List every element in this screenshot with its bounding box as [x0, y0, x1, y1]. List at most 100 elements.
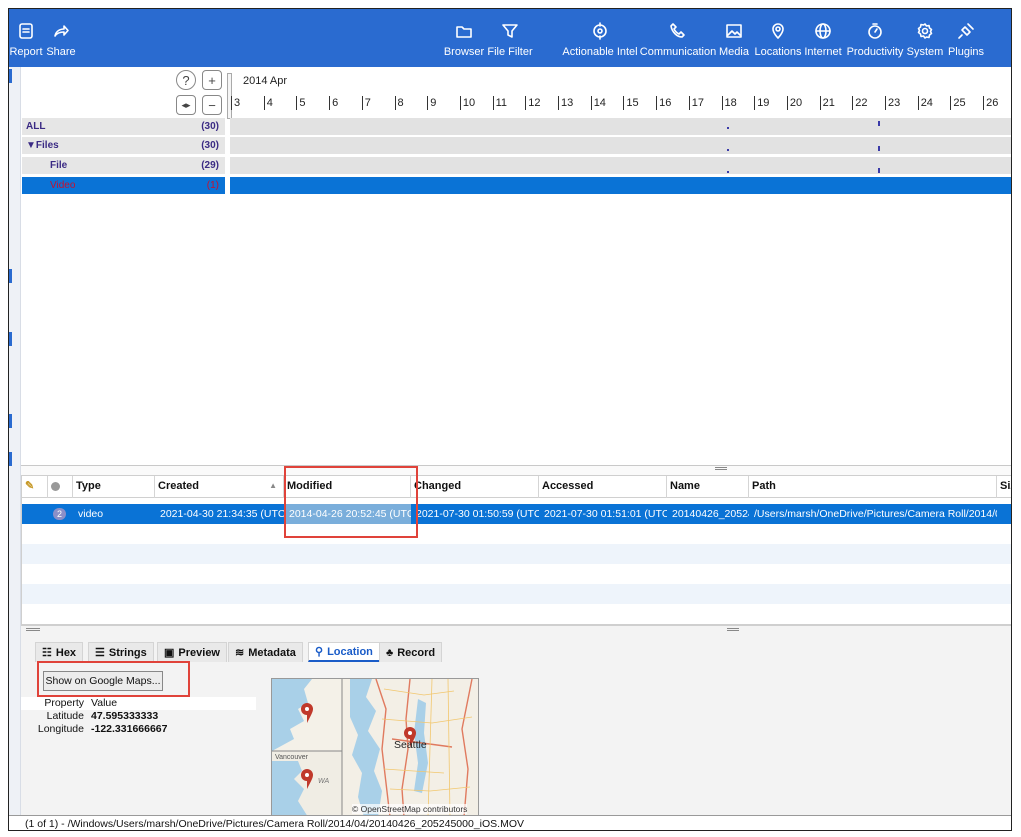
- plugins-button[interactable]: Plugins: [948, 9, 984, 67]
- timeline-day-tick: 22: [852, 96, 868, 110]
- app-window: Report Share Browser File Filter Actiona…: [8, 8, 1012, 831]
- panel-grip[interactable]: [26, 628, 40, 631]
- row-label: File: [50, 160, 68, 171]
- timeline-day-tick: 6: [329, 96, 338, 110]
- longitude-label: Longitude: [37, 723, 84, 735]
- empty-row: [22, 584, 1011, 604]
- timeline-row-file[interactable]: File (29): [22, 157, 1011, 174]
- image-icon: [724, 21, 744, 41]
- timeline-bar: [230, 137, 1011, 154]
- panel-marker: [9, 69, 12, 83]
- property-header: Property: [44, 697, 84, 709]
- map-vancouver-label: Vancouver: [275, 754, 308, 761]
- timeline-day-tick: 4: [263, 96, 273, 110]
- timeline-day-tick: 26: [983, 96, 998, 110]
- empty-row: [22, 524, 1011, 544]
- timer-icon: [865, 21, 885, 41]
- preview-icon: ▣: [164, 646, 175, 659]
- cell-name: 20140426_20524...: [672, 508, 749, 520]
- report-label: Report: [9, 46, 43, 58]
- timeline-row-files[interactable]: ▼Files (30): [22, 137, 1011, 154]
- splitter[interactable]: [21, 465, 1011, 475]
- pan-button[interactable]: ◂▸: [176, 95, 196, 115]
- column-header-type[interactable]: Type: [73, 476, 155, 498]
- timeline-day-tick: 17: [688, 96, 704, 110]
- splitter-grip[interactable]: [727, 628, 739, 631]
- latitude-value: 47.595333333: [91, 710, 159, 722]
- file-filter-button[interactable]: File Filter: [487, 9, 533, 67]
- timeline-day-tick: 21: [819, 96, 835, 110]
- value-header: Value: [91, 697, 118, 709]
- sort-ascending-icon: ▲: [269, 481, 277, 490]
- internet-button[interactable]: Internet: [804, 9, 842, 67]
- column-header-size[interactable]: Siz: [997, 476, 1011, 498]
- splitter-grip[interactable]: [715, 467, 727, 470]
- plugins-label: Plugins: [947, 46, 985, 58]
- row-label: Video: [50, 180, 76, 191]
- timeline-day-tick: 23: [885, 96, 900, 110]
- table-row[interactable]: 2 video 2021-04-30 21:34:35 (UTC) 2014-0…: [22, 504, 1011, 524]
- tab-record[interactable]: ♣ Record: [379, 642, 443, 662]
- timeline-day-tick: 11: [492, 96, 507, 110]
- column-header-name[interactable]: Name: [667, 476, 749, 498]
- internet-label: Internet: [804, 46, 842, 58]
- timeline-row-all[interactable]: ALL (30): [22, 118, 1011, 135]
- column-header-changed[interactable]: Changed: [411, 476, 539, 498]
- actionable-intel-label: Actionable Intel: [562, 46, 638, 58]
- timeline-day-tick: 10: [459, 96, 475, 110]
- communication-label: Communication: [639, 46, 717, 58]
- timeline-day-tick: 8: [394, 96, 404, 110]
- status-bar: (1 of 1) - /Windows/Users/marsh/OneDrive…: [9, 815, 1011, 830]
- productivity-button[interactable]: Productivity: [847, 9, 903, 67]
- column-header-accessed[interactable]: Accessed: [539, 476, 667, 498]
- tab-label: Preview: [178, 646, 220, 659]
- tab-strings[interactable]: ☰ Strings: [88, 642, 154, 662]
- system-label: System: [906, 46, 944, 58]
- locations-button[interactable]: Locations: [754, 9, 802, 67]
- share-button[interactable]: Share: [44, 9, 78, 67]
- timeline-row-video[interactable]: Video (1): [22, 177, 1011, 194]
- location-map[interactable]: Seattle Vancouver WA © OpenStreetMap con…: [271, 678, 479, 816]
- phone-icon: [668, 21, 688, 41]
- timeline-bar: [230, 118, 1011, 135]
- plug-icon: [956, 21, 976, 41]
- share-icon: [51, 21, 71, 41]
- report-button[interactable]: Report: [9, 9, 43, 67]
- row-count: (30): [201, 121, 219, 132]
- row-badge: 2: [48, 504, 73, 524]
- browser-button[interactable]: Browser: [444, 9, 484, 67]
- panel-marker: [9, 452, 12, 466]
- panel-marker: [9, 414, 12, 428]
- locations-label: Locations: [754, 46, 802, 58]
- layers-icon: ≋: [235, 646, 245, 659]
- tab-metadata[interactable]: ≋ Metadata: [228, 642, 303, 662]
- highlight-modified-annotation: [284, 466, 418, 538]
- tab-preview[interactable]: ▣ Preview: [157, 642, 227, 662]
- timeline-day-tick: 18: [721, 96, 737, 110]
- share-label: Share: [46, 46, 76, 58]
- column-header-created[interactable]: Created ▲: [155, 476, 284, 498]
- status-column-header[interactable]: [48, 476, 73, 498]
- zoom-in-button[interactable]: +: [202, 70, 222, 90]
- location-properties: Property Value Latitude 47.595333333 Longi…: [21, 697, 256, 736]
- row-count: (1): [206, 180, 219, 191]
- timeline-day-tick: 12: [525, 96, 541, 110]
- timeline-day-tick: 25: [950, 96, 966, 110]
- timeline-day-tick: 7: [361, 96, 371, 110]
- strings-icon: ☰: [95, 646, 105, 659]
- zoom-out-button[interactable]: −: [202, 95, 222, 115]
- column-header-path[interactable]: Path: [749, 476, 997, 498]
- map-credit: © OpenStreetMap contributors: [352, 804, 468, 814]
- timeline-bar: [230, 157, 1011, 174]
- tag-column-header[interactable]: ✎: [22, 476, 48, 498]
- timeline-day-tick: 15: [623, 96, 639, 110]
- communication-button[interactable]: Communication: [640, 9, 716, 67]
- empty-row: [22, 564, 1011, 584]
- actionable-intel-button[interactable]: Actionable Intel: [562, 9, 638, 67]
- system-button[interactable]: System: [907, 9, 943, 67]
- help-button[interactable]: ?: [176, 70, 196, 90]
- media-button[interactable]: Media: [718, 9, 750, 67]
- latitude-label: Latitude: [46, 710, 84, 722]
- tab-hex[interactable]: ☷ Hex: [35, 642, 84, 662]
- tab-location[interactable]: ⚲ Location: [308, 642, 380, 662]
